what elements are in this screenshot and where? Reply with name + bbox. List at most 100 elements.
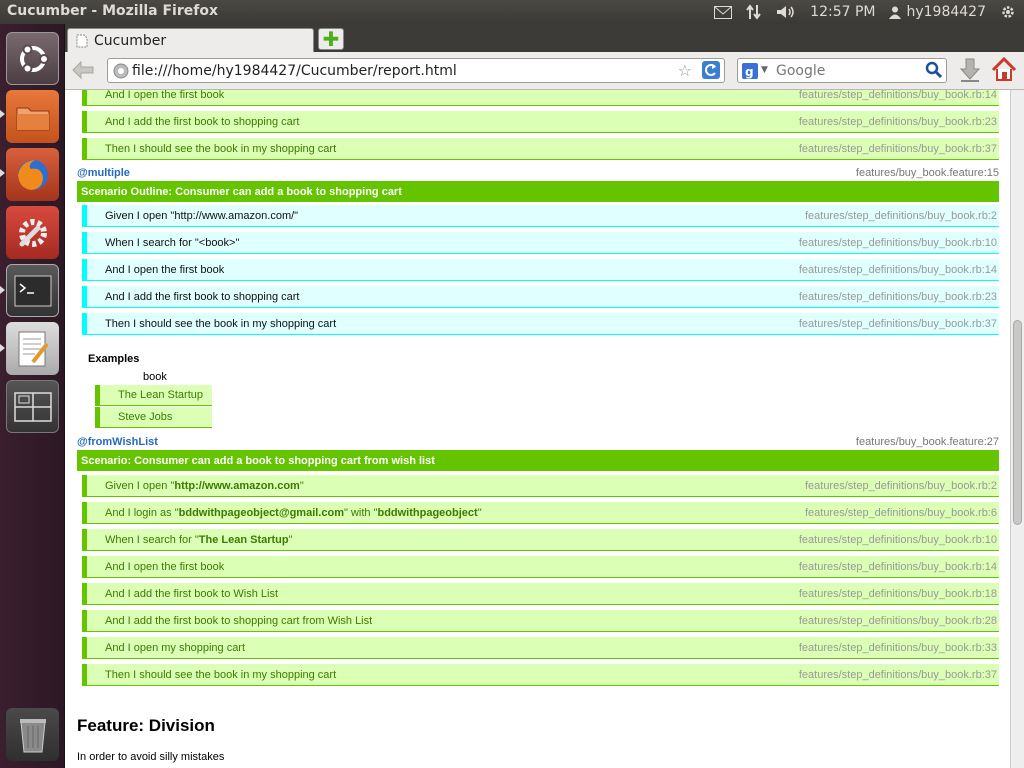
scenario-header[interactable]: Scenario Outline: Consumer can add a boo… bbox=[77, 181, 999, 202]
scrollbar-thumb[interactable] bbox=[1013, 320, 1022, 525]
downloads-button[interactable] bbox=[959, 58, 981, 86]
search-icon[interactable] bbox=[925, 61, 943, 83]
step-text: And I open the first book bbox=[105, 560, 225, 573]
step-text: And I add the first book to shopping car… bbox=[105, 290, 300, 303]
step-text: Then I should see the book in my shoppin… bbox=[105, 668, 337, 681]
launcher-trash[interactable] bbox=[6, 708, 59, 761]
step-text: When I search for "<book>" bbox=[105, 236, 240, 249]
google-icon: g bbox=[742, 63, 758, 79]
search-engine-dropdown-icon[interactable]: ▼ bbox=[761, 65, 768, 75]
search-bar[interactable]: g ▼ Google bbox=[737, 58, 947, 83]
tab-title: Cucumber bbox=[94, 32, 167, 49]
scenario-tag: @fromWishList bbox=[77, 436, 158, 448]
step-location: features/step_definitions/buy_book.rb:10 bbox=[798, 236, 997, 249]
step-location: features/step_definitions/buy_book.rb:23 bbox=[798, 115, 997, 128]
mail-icon[interactable] bbox=[714, 5, 733, 19]
dash-button[interactable] bbox=[6, 32, 59, 85]
download-arrow-icon bbox=[959, 58, 981, 82]
step-argument: bddwithpageobject@gmail.com bbox=[178, 506, 344, 519]
gear-icon[interactable] bbox=[1000, 4, 1016, 20]
launcher-text-editor[interactable] bbox=[6, 322, 59, 375]
back-button[interactable] bbox=[71, 60, 95, 84]
home-button[interactable] bbox=[991, 56, 1017, 87]
step-text: And I add the first book to shopping car… bbox=[105, 614, 373, 627]
vertical-scrollbar[interactable] bbox=[1010, 90, 1024, 768]
home-icon bbox=[991, 56, 1017, 81]
svg-text:g: g bbox=[745, 65, 754, 79]
trash-icon bbox=[19, 718, 46, 752]
launcher-firefox[interactable] bbox=[6, 148, 59, 201]
launcher-terminal[interactable] bbox=[6, 264, 59, 317]
launcher bbox=[0, 24, 65, 768]
step-row: And I add the first book to shopping car… bbox=[82, 610, 999, 632]
step-row: And I add the first book to shopping car… bbox=[82, 111, 999, 133]
feature-description: In order to avoid silly mistakes bbox=[77, 751, 225, 763]
launcher-files[interactable] bbox=[6, 90, 59, 143]
examples-title: Examples bbox=[88, 353, 140, 365]
launcher-settings[interactable] bbox=[6, 206, 59, 259]
step-location: features/step_definitions/buy_book.rb:2 bbox=[804, 479, 997, 492]
step-location: features/step_definitions/buy_book.rb:10 bbox=[798, 533, 997, 546]
step-row: And I open the first book features/step_… bbox=[82, 556, 999, 578]
reload-icon[interactable] bbox=[702, 61, 720, 83]
step-row: When I search for "<book>" features/step… bbox=[82, 232, 999, 254]
url-bar[interactable]: file:///home/hy1984427/Cucumber/report.h… bbox=[107, 58, 725, 83]
step-row: And I open my shopping cart features/ste… bbox=[82, 637, 999, 659]
user-menu[interactable]: hy1984427 bbox=[889, 4, 986, 20]
new-tab-button[interactable]: ✚ bbox=[318, 28, 344, 50]
firefox-icon bbox=[17, 159, 48, 190]
launcher-workspace-switcher[interactable] bbox=[6, 380, 59, 433]
step-row: Then I should see the book in my shoppin… bbox=[82, 313, 999, 335]
examples-row: The Lean Startup bbox=[95, 385, 212, 406]
step-text: When I search for "The Lean Startup" bbox=[105, 533, 293, 546]
terminal-icon bbox=[14, 275, 51, 306]
clock[interactable]: 12:57 PM bbox=[810, 4, 875, 20]
step-text: Then I should see the book in my shoppin… bbox=[105, 317, 337, 330]
step-row: Then I should see the book in my shoppin… bbox=[82, 664, 999, 686]
search-placeholder: Google bbox=[776, 62, 826, 79]
step-text: Then I should see the book in my shoppin… bbox=[105, 142, 337, 155]
navigation-toolbar: file:///home/hy1984427/Cucumber/report.h… bbox=[65, 52, 1024, 90]
globe-icon bbox=[113, 63, 129, 79]
scenario-header[interactable]: Scenario: Consumer can add a book to sho… bbox=[77, 450, 999, 471]
text-editor-icon bbox=[18, 331, 49, 366]
running-indicator bbox=[0, 110, 5, 118]
feature-title: Feature: Division bbox=[77, 716, 215, 735]
step-location: features/step_definitions/buy_book.rb:33 bbox=[798, 641, 997, 654]
step-text: Given I open "http://www.amazon.com" bbox=[105, 479, 304, 492]
step-location: features/step_definitions/buy_book.rb:23 bbox=[798, 290, 997, 303]
step-text: And I open the first book bbox=[105, 263, 225, 276]
step-location: features/step_definitions/buy_book.rb:14 bbox=[798, 560, 997, 573]
url-text: file:///home/hy1984427/Cucumber/report.h… bbox=[132, 62, 457, 79]
step-location: features/step_definitions/buy_book.rb:14 bbox=[798, 263, 997, 276]
top-panel: Cucumber - Mozilla Firefox 12:57 PM hy19… bbox=[0, 0, 1024, 24]
step-row: Then I should see the book in my shoppin… bbox=[82, 138, 999, 160]
running-indicator bbox=[0, 286, 5, 294]
step-text: Given I open "http://www.amazon.com/" bbox=[105, 209, 299, 222]
volume-icon[interactable] bbox=[776, 5, 796, 19]
report-content: And I open the first book features/step_… bbox=[65, 90, 1010, 768]
step-row: And I add the first book to shopping car… bbox=[82, 286, 999, 308]
indicator-area: 12:57 PM hy1984427 bbox=[714, 0, 1016, 24]
back-arrow-icon bbox=[72, 60, 94, 80]
scenario-location: features/buy_book.feature:15 bbox=[855, 167, 999, 179]
step-text: And I add the first book to Wish List bbox=[105, 587, 279, 600]
user-icon bbox=[889, 6, 902, 19]
step-text: And I login as "bddwithpageobject@gmail.… bbox=[105, 506, 482, 519]
tab-cucumber[interactable]: Cucumber bbox=[67, 28, 314, 52]
step-location: features/step_definitions/buy_book.rb:28 bbox=[798, 614, 997, 627]
step-row: And I login as "bddwithpageobject@gmail.… bbox=[82, 502, 999, 524]
step-location: features/step_definitions/buy_book.rb:14 bbox=[798, 90, 997, 101]
step-row: Given I open "http://www.amazon.com/" fe… bbox=[82, 205, 999, 227]
workspace-icon bbox=[13, 391, 52, 422]
folder-icon bbox=[16, 107, 49, 130]
step-row: And I open the first book features/step_… bbox=[82, 90, 999, 106]
page-icon bbox=[76, 34, 88, 47]
scenario-location: features/buy_book.feature:27 bbox=[855, 436, 999, 448]
bookmark-star-icon[interactable]: ☆ bbox=[678, 61, 692, 80]
window-title: Cucumber - Mozilla Firefox bbox=[7, 3, 218, 19]
step-argument: The Lean Startup bbox=[198, 533, 289, 546]
network-icon[interactable] bbox=[746, 4, 762, 20]
plus-icon: ✚ bbox=[322, 27, 340, 51]
running-indicator bbox=[0, 344, 5, 352]
